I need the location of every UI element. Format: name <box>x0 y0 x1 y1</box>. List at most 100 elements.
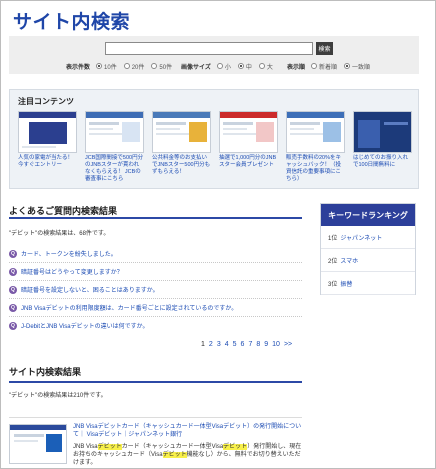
page-link[interactable]: 3 <box>217 341 221 348</box>
site-results-heading-rule <box>9 381 302 383</box>
thumbnail-line <box>290 128 314 130</box>
sort-option-label: 一致順 <box>352 64 371 71</box>
featured-item[interactable]: 公共料金等のお支払いでJNBスター500円分もずもらえる！ <box>152 111 211 176</box>
result-highlight: デビット <box>223 444 248 450</box>
sort-relevance[interactable]: 一致順 <box>344 62 370 71</box>
page-link[interactable]: 2 <box>209 341 213 348</box>
thumbnail-line <box>89 128 113 130</box>
thumbnail-line <box>156 122 186 125</box>
featured-caption[interactable]: はじめてのお振り入れで100日間無料に <box>353 155 412 169</box>
featured-item[interactable]: JCB国際間接で500円分のJNBスターが貰われなくもらえる！ JCBの審査事に… <box>85 111 144 183</box>
page-link[interactable]: 8 <box>256 341 260 348</box>
image-size-option-label: 中 <box>245 64 252 71</box>
featured-item[interactable]: 販売手数料の20%をキャッシュバック！（投資信託の重要事項にこちら） <box>286 111 345 183</box>
question-icon: Q <box>9 267 17 276</box>
search-button[interactable]: 検索 <box>316 42 333 55</box>
featured-thumbnail[interactable] <box>353 111 412 153</box>
page-frame: サイト内検索 検索 表示件数 10件 20件 50件 画像サイズ 小 中 大 表… <box>0 0 436 469</box>
faq-item-label[interactable]: カード、トークンを紛失しました。 <box>21 249 117 258</box>
page-link[interactable]: 5 <box>233 341 237 348</box>
faq-item-label[interactable]: JNB Visaデビットの利用限度額は、カード番号ごとに設定されているのですか。 <box>21 303 237 312</box>
faq-heading-rule <box>9 217 302 219</box>
image-size-medium[interactable]: 中 <box>237 62 252 71</box>
search-input[interactable] <box>105 42 313 55</box>
radio-icon <box>123 63 130 69</box>
ranking-item[interactable]: 1位 ジャパンネット <box>321 226 415 249</box>
page-link[interactable]: 6 <box>241 341 245 348</box>
image-size-small[interactable]: 小 <box>216 62 231 71</box>
featured-caption[interactable]: JCB国際間接で500円分のJNBスターが貰われなくもらえる！ JCBの審査事に… <box>85 155 144 183</box>
featured-thumbnail[interactable] <box>152 111 211 153</box>
faq-item[interactable]: Q JNB Visaデビットの利用限度額は、カード番号ごとに設定されているのですか… <box>9 303 237 312</box>
divider <box>9 262 302 263</box>
ranking-keyword[interactable]: スマホ <box>340 256 358 265</box>
result-thumbnail[interactable] <box>9 424 67 464</box>
featured-caption[interactable]: 抽選で1,000円分のJNBスター会員プレゼント <box>219 155 278 169</box>
thumbnail-line <box>384 122 408 125</box>
radio-selected-icon <box>344 63 351 69</box>
thumbnail-banner <box>29 122 67 144</box>
radio-icon <box>311 63 318 69</box>
divider <box>9 298 302 299</box>
thumbnail-header <box>153 112 210 118</box>
image-size-large[interactable]: 大 <box>258 62 273 71</box>
featured-item[interactable]: はじめてのお振り入れで100日間無料に <box>353 111 412 169</box>
question-icon: Q <box>9 285 17 294</box>
count-option-label: 20件 <box>131 64 145 71</box>
result-count-options: 表示件数 10件 20件 50件 <box>66 62 179 71</box>
featured-thumbnail[interactable] <box>18 111 77 153</box>
thumbnail-line <box>156 128 180 130</box>
ranking-keyword[interactable]: 振替 <box>340 279 352 288</box>
faq-item[interactable]: Q 暗証番号を設定しないと、困ることはありますか。 <box>9 285 159 294</box>
thumbnail-line <box>89 133 123 135</box>
faq-item-label[interactable]: J-DebitとJNB Visaデビットの違いは何ですか。 <box>21 321 148 330</box>
radio-icon <box>216 63 223 69</box>
thumbnail-line <box>156 133 190 135</box>
page-link[interactable]: 4 <box>225 341 229 348</box>
ranking-keyword[interactable]: ジャパンネット <box>340 233 382 242</box>
featured-thumbnail[interactable] <box>219 111 278 153</box>
ranking-number: 2位 <box>328 258 338 265</box>
page-link[interactable]: 7 <box>248 341 252 348</box>
result-desc-text: JNB Visa <box>73 444 98 450</box>
keyword-ranking: キーワードランキング 1位 ジャパンネット 2位 スマホ 3位 振替 <box>320 203 416 295</box>
sort-newest[interactable]: 新着順 <box>311 62 337 71</box>
faq-item-label[interactable]: 暗証番号を設定しないと、困ることはありますか。 <box>21 285 159 294</box>
count-option-50[interactable]: 50件 <box>151 62 172 71</box>
radio-icon <box>258 63 265 69</box>
page-link-current[interactable]: 1 <box>201 341 205 348</box>
page-link[interactable]: 10 <box>272 341 280 348</box>
faq-item[interactable]: Q カード、トークンを紛失しました。 <box>9 249 117 258</box>
result-count-label: 表示件数 <box>66 64 91 71</box>
faq-item-label[interactable]: 暗証番号はどうやって変更しますか？ <box>21 267 123 276</box>
thumbnail-line <box>223 122 253 125</box>
featured-caption[interactable]: 販売手数料の20%をキャッシュバック！（投資信託の重要事項にこちら） <box>286 155 345 183</box>
search-result-item: JNB Visaデビットカード（キャッシュカード一体型Visaデビット）の発行開… <box>9 417 302 467</box>
thumbnail-banner <box>46 434 62 452</box>
thumbnail-header <box>19 112 76 118</box>
thumbnail-line <box>223 133 257 135</box>
featured-thumbnail[interactable] <box>286 111 345 153</box>
count-option-label: 50件 <box>159 64 173 71</box>
ranking-item[interactable]: 2位 スマホ <box>321 249 415 272</box>
question-icon: Q <box>9 321 17 330</box>
featured-caption[interactable]: 公共料金等のお支払いでJNBスター500円分もずもらえる！ <box>152 155 211 176</box>
faq-item[interactable]: Q J-DebitとJNB Visaデビットの違いは何ですか。 <box>9 321 148 330</box>
featured-caption[interactable]: 人気の家電が当たる！ 今すぐエントリー <box>18 155 77 169</box>
search-panel: 検索 表示件数 10件 20件 50件 画像サイズ 小 中 大 表示順 新着順 … <box>9 36 419 74</box>
featured-thumbnail[interactable] <box>85 111 144 153</box>
pagination: 1 2 3 4 5 6 7 8 9 10 >> <box>201 341 296 348</box>
ranking-item[interactable]: 3位 振替 <box>321 272 415 295</box>
page-link[interactable]: 9 <box>264 341 268 348</box>
featured-item[interactable]: 人気の家電が当たる！ 今すぐエントリー <box>18 111 77 169</box>
page-next-link[interactable]: >> <box>284 341 292 348</box>
count-option-20[interactable]: 20件 <box>123 62 145 71</box>
faq-heading: よくあるご質問内検索結果 <box>9 206 118 216</box>
featured-item[interactable]: 抽選で1,000円分のJNBスター会員プレゼント <box>219 111 278 169</box>
faq-item[interactable]: Q 暗証番号はどうやって変更しますか？ <box>9 267 123 276</box>
count-option-10[interactable]: 10件 <box>96 62 117 71</box>
ranking-number: 3位 <box>328 281 338 288</box>
result-title-link[interactable]: JNB Visaデビットカード（キャッシュカード一体型Visaデビット）の発行開… <box>73 423 302 439</box>
sort-option-label: 新着順 <box>319 64 338 71</box>
faq-summary: "デビット"の検索結果は、68件です。 <box>9 231 110 237</box>
